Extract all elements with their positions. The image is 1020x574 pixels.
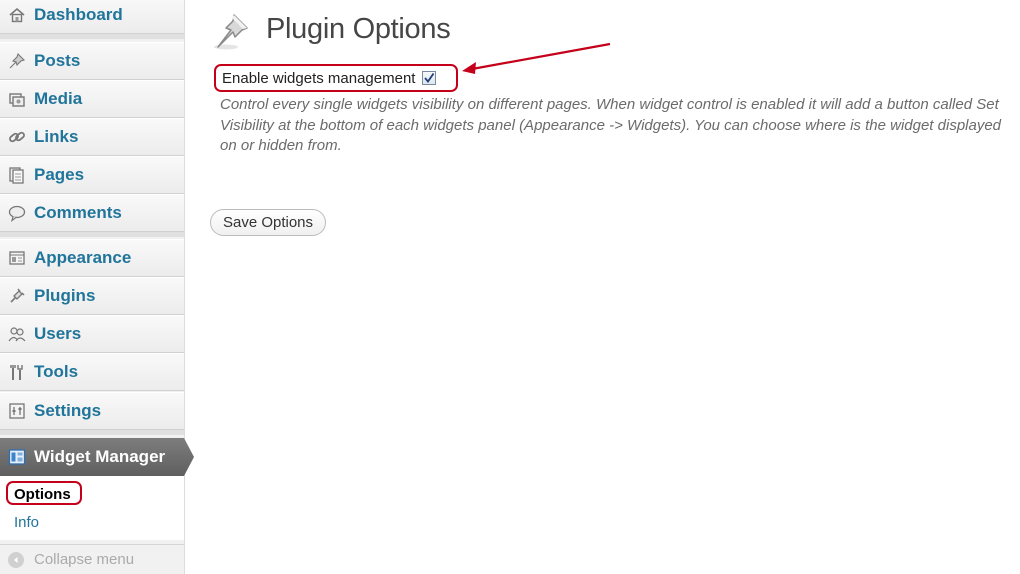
menu-label: Appearance <box>34 248 132 267</box>
menu-item-tools[interactable]: Tools <box>0 353 184 391</box>
plug-icon <box>7 286 27 306</box>
tools-icon <box>7 362 27 382</box>
widget-manager-icon <box>7 447 27 467</box>
pushpin-icon <box>7 51 27 71</box>
enable-widgets-label[interactable]: Enable widgets management <box>222 70 415 87</box>
menu-item-widget-manager[interactable]: Widget Manager <box>0 438 194 476</box>
chain-link-icon <box>7 127 27 147</box>
enable-widgets-checkbox[interactable] <box>422 71 437 85</box>
options-highlight-ring <box>6 481 82 505</box>
media-icon <box>7 89 27 109</box>
collapse-menu-label: Collapse menu <box>34 551 135 568</box>
save-options-button[interactable]: Save Options <box>210 209 326 236</box>
menu-item-dashboard[interactable]: Dashboard <box>0 0 184 34</box>
menu-label: Pages <box>34 165 85 184</box>
settings-icon <box>7 401 27 421</box>
menu-item-users[interactable]: Users <box>0 315 184 353</box>
collapse-arrow-icon <box>8 551 24 568</box>
menu-label: Comments <box>34 203 122 222</box>
menu-label: Users <box>34 324 82 343</box>
pages-icon <box>7 165 27 185</box>
menu-item-media[interactable]: Media <box>0 80 184 118</box>
menu-separator <box>0 34 184 39</box>
checkmark-icon <box>424 72 435 83</box>
menu-label: Links <box>34 127 79 146</box>
enable-widgets-highlight: Enable widgets management <box>214 64 458 92</box>
plugin-pushpin-icon <box>210 12 254 52</box>
widgets-description: Control every single widgets visibility … <box>220 96 1002 154</box>
menu-item-links[interactable]: Links <box>0 118 184 156</box>
appearance-icon <box>7 248 27 268</box>
menu-item-appearance[interactable]: Appearance <box>0 239 184 277</box>
menu-item-comments[interactable]: Comments <box>0 194 184 232</box>
menu-label: Widget Manager <box>34 447 166 466</box>
menu-label: Plugins <box>34 286 96 305</box>
users-icon <box>7 324 27 344</box>
menu-separator <box>0 430 184 435</box>
menu-label: Tools <box>34 362 79 381</box>
menu-item-plugins[interactable]: Plugins <box>0 277 184 315</box>
menu-separator <box>0 232 184 237</box>
house-icon <box>7 5 27 25</box>
menu-item-posts[interactable]: Posts <box>0 42 184 80</box>
menu-label: Posts <box>34 51 81 70</box>
menu-item-settings[interactable]: Settings <box>0 392 184 430</box>
speech-bubble-icon <box>7 203 27 223</box>
submenu-item-info[interactable]: Info <box>14 514 39 531</box>
admin-sidebar: Dashboard Posts Media Links Pages Commen… <box>0 0 194 574</box>
menu-item-pages[interactable]: Pages <box>0 156 184 194</box>
annotation-arrow-icon <box>462 42 611 74</box>
menu-label: Dashboard <box>34 5 123 24</box>
menu-label: Media <box>34 89 83 108</box>
collapse-menu-button[interactable]: Collapse menu <box>0 544 184 574</box>
page-title: Plugin Options <box>266 13 451 45</box>
menu-label: Settings <box>34 401 102 420</box>
